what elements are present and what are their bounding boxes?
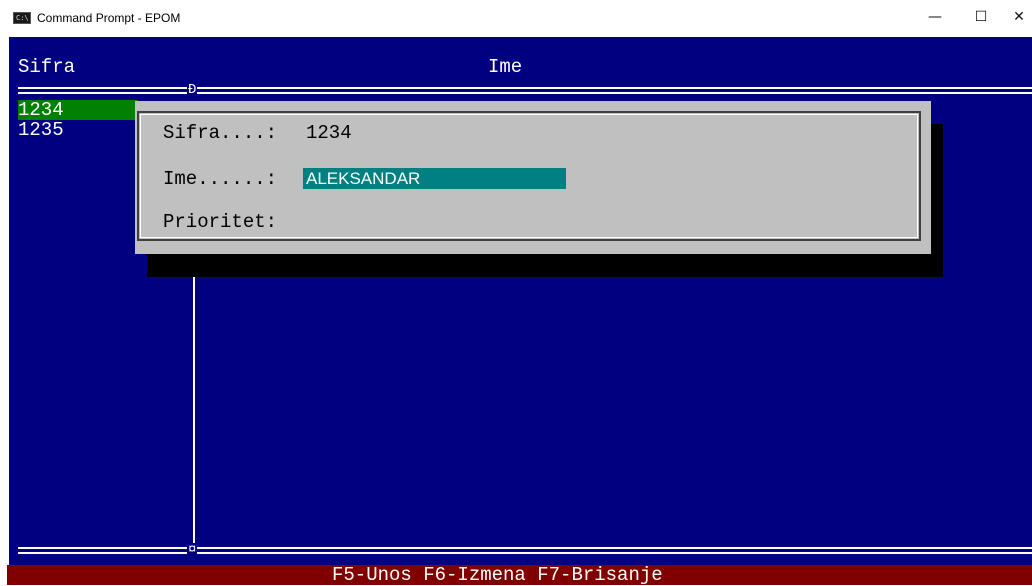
row-sifra: 1235 <box>18 119 64 141</box>
table-row-selected[interactable]: 1234 <box>18 100 138 120</box>
cmd-icon-text: C:\ <box>16 14 29 22</box>
sifra-value: 1234 <box>306 122 352 144</box>
console-border <box>7 36 9 585</box>
column-header-sifra: Sifra <box>18 56 76 78</box>
ime-label: Ime......: <box>163 168 278 190</box>
minimize-button[interactable]: — <box>912 0 958 36</box>
row-sifra: 1234 <box>18 99 64 121</box>
function-keys-hint: F5-Unos F6-Izmena F7-Brisanje <box>332 564 663 586</box>
column-header-ime: Ime <box>488 56 523 78</box>
table-row[interactable]: 1235 <box>18 120 138 140</box>
close-button[interactable]: ✕ <box>996 0 1032 36</box>
sifra-label: Sifra....: <box>163 122 278 144</box>
cmd-icon[interactable]: C:\ <box>13 12 31 24</box>
prioritet-label: Prioritet: <box>163 211 278 233</box>
console-border-top <box>7 36 1032 37</box>
ime-input[interactable]: ALEKSANDAR <box>303 168 566 189</box>
header-separator <box>18 87 1032 94</box>
title-bar: C:\ Command Prompt - EPOM — ☐ ✕ <box>0 0 1032 36</box>
footer-separator <box>18 547 1032 554</box>
separator-junction-top: Ð <box>187 82 198 98</box>
separator-junction-bottom: ¤ <box>187 542 198 558</box>
window-title: Command Prompt - EPOM <box>37 11 181 25</box>
